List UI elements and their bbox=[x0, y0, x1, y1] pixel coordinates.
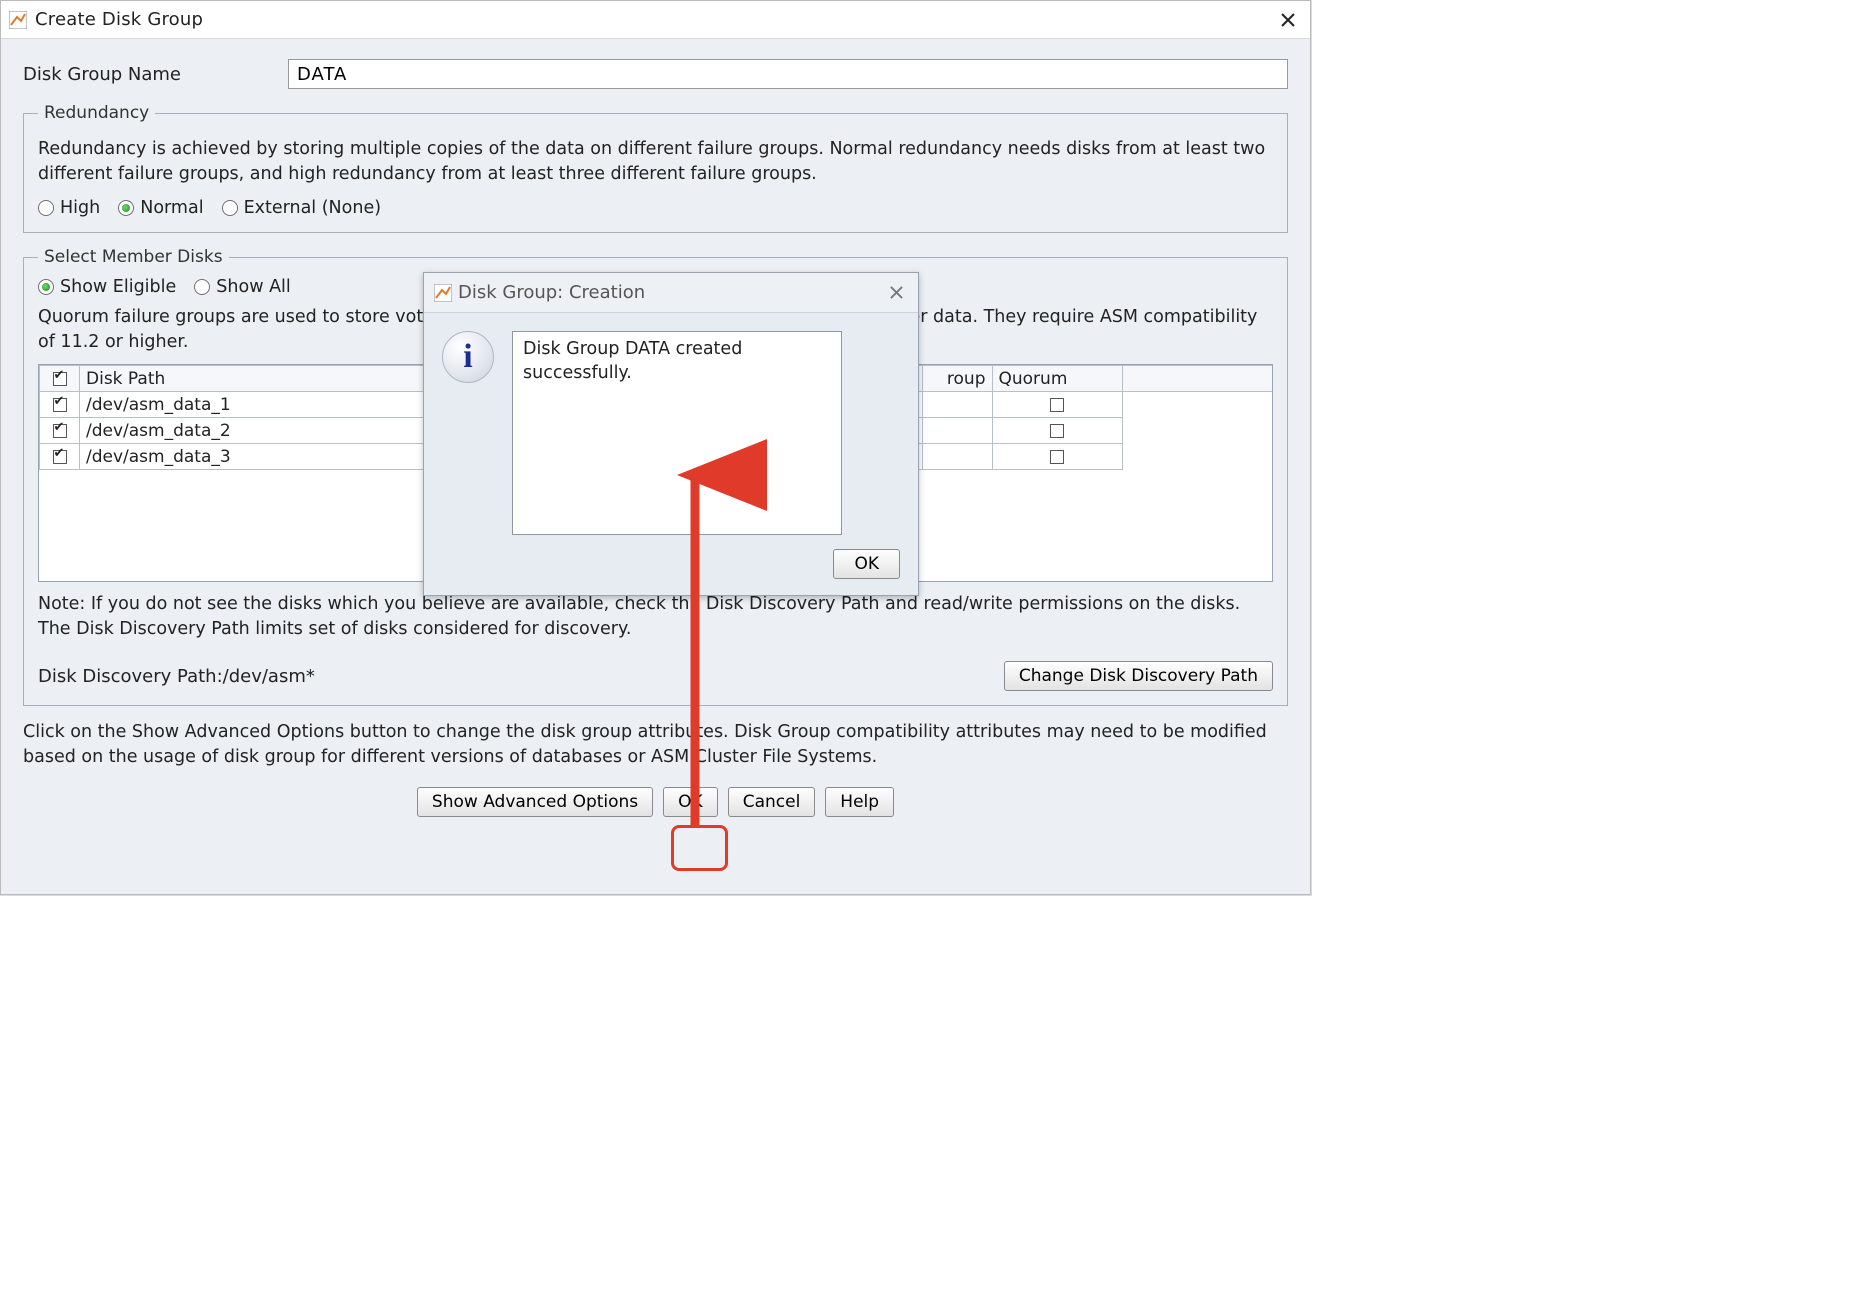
dialog-message: Disk Group DATA created successfully. bbox=[512, 331, 842, 535]
titlebar: Create Disk Group bbox=[1, 1, 1310, 39]
dialog-title: Disk Group: Creation bbox=[458, 282, 645, 303]
row-checkbox[interactable] bbox=[53, 450, 67, 464]
redundancy-external-label: External (None) bbox=[244, 198, 381, 218]
dialog-app-icon bbox=[434, 284, 452, 302]
col-group-suffix[interactable]: roup bbox=[922, 366, 992, 392]
redundancy-legend: Redundancy bbox=[38, 103, 155, 123]
disks-note-2: The Disk Discovery Path limits set of di… bbox=[38, 617, 1273, 642]
info-icon: i bbox=[442, 331, 494, 383]
discovery-path-value: /dev/asm* bbox=[223, 666, 315, 687]
disk-group-name-label: Disk Group Name bbox=[23, 64, 288, 85]
creation-result-dialog: Disk Group: Creation i Disk Group DATA c… bbox=[423, 272, 919, 596]
dialog-titlebar: Disk Group: Creation bbox=[424, 273, 918, 313]
select-all-checkbox[interactable] bbox=[53, 372, 67, 386]
footer-buttons: Show Advanced Options OK Cancel Help bbox=[23, 787, 1288, 817]
redundancy-high-label: High bbox=[60, 198, 100, 218]
row-checkbox[interactable] bbox=[53, 424, 67, 438]
quorum-checkbox[interactable] bbox=[1050, 424, 1064, 438]
col-quorum[interactable]: Quorum bbox=[992, 366, 1122, 392]
redundancy-normal-radio[interactable]: Normal bbox=[118, 198, 203, 218]
change-discovery-path-button[interactable]: Change Disk Discovery Path bbox=[1004, 661, 1273, 691]
dialog-ok-button[interactable]: OK bbox=[833, 549, 900, 579]
cancel-button[interactable]: Cancel bbox=[728, 787, 816, 817]
redundancy-external-radio[interactable]: External (None) bbox=[222, 198, 381, 218]
show-all-radio[interactable]: Show All bbox=[194, 277, 290, 297]
member-disks-legend: Select Member Disks bbox=[38, 247, 229, 267]
ok-button[interactable]: OK bbox=[663, 787, 718, 817]
row-checkbox[interactable] bbox=[53, 398, 67, 412]
dialog-close-icon[interactable] bbox=[884, 281, 908, 305]
app-icon bbox=[9, 11, 27, 29]
disk-group-name-input[interactable] bbox=[288, 59, 1288, 89]
advanced-options-note: Click on the Show Advanced Options butto… bbox=[23, 720, 1288, 769]
redundancy-high-radio[interactable]: High bbox=[38, 198, 100, 218]
redundancy-normal-label: Normal bbox=[140, 198, 203, 218]
show-eligible-radio[interactable]: Show Eligible bbox=[38, 277, 176, 297]
quorum-checkbox[interactable] bbox=[1050, 450, 1064, 464]
show-all-label: Show All bbox=[216, 277, 290, 297]
redundancy-desc: Redundancy is achieved by storing multip… bbox=[38, 137, 1273, 186]
show-eligible-label: Show Eligible bbox=[60, 277, 176, 297]
redundancy-fieldset: Redundancy Redundancy is achieved by sto… bbox=[23, 103, 1288, 233]
show-advanced-options-button[interactable]: Show Advanced Options bbox=[417, 787, 653, 817]
window-title: Create Disk Group bbox=[35, 9, 203, 30]
window-close-icon[interactable] bbox=[1274, 6, 1302, 34]
quorum-checkbox[interactable] bbox=[1050, 398, 1064, 412]
discovery-path-label: Disk Discovery Path: bbox=[38, 666, 223, 687]
help-button[interactable]: Help bbox=[825, 787, 894, 817]
